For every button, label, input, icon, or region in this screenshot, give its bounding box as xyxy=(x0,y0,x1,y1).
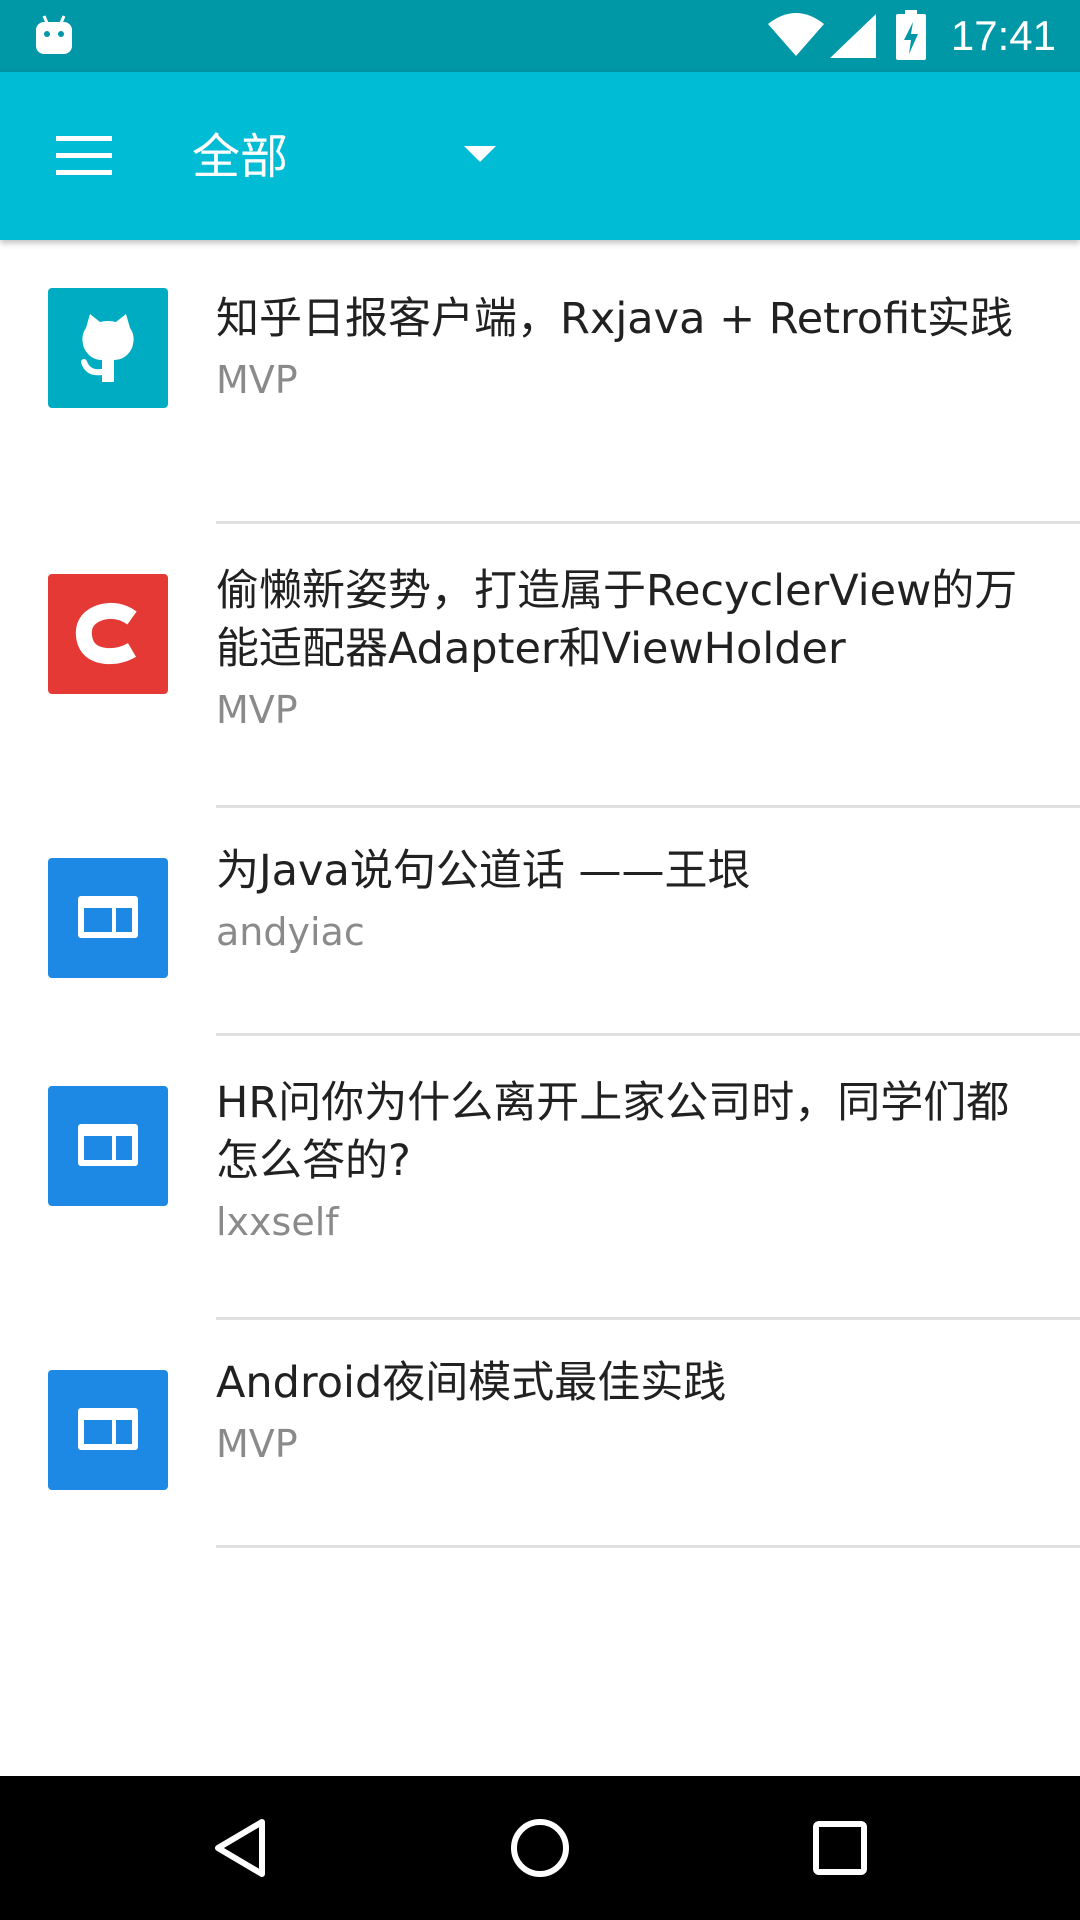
web-icon xyxy=(48,1086,168,1206)
signal-icon xyxy=(830,14,876,58)
divider xyxy=(216,1545,1080,1548)
category-label: 全部 xyxy=(192,129,289,185)
menu-icon[interactable] xyxy=(56,136,112,176)
navigation-bar xyxy=(0,1776,1080,1920)
item-title: 偷懒新姿势，打造属于RecyclerView的万能适配器Adapter和View… xyxy=(216,566,1018,674)
web-icon xyxy=(48,1370,168,1490)
list-item[interactable]: 为Java说句公道话 ——王垠 andyiac xyxy=(0,808,1080,1036)
item-author: MVP xyxy=(216,1422,298,1466)
wifi-icon xyxy=(768,13,824,56)
item-title: 为Java说句公道话 ——王垠 xyxy=(216,846,751,896)
list-item[interactable]: HR问你为什么离开上家公司时，同学们都怎么答的? lxxself xyxy=(0,1036,1080,1320)
article-list: 知乎日报客户端，Rxjava + Retrofit实践 MVP 偷懒新姿势，打造… xyxy=(0,240,1080,1548)
csdn-icon xyxy=(48,574,168,694)
battery-charging-icon xyxy=(896,10,926,60)
status-time: 17:41 xyxy=(950,12,1056,59)
android-icon xyxy=(36,15,72,54)
list-item[interactable]: 知乎日报客户端，Rxjava + Retrofit实践 MVP xyxy=(0,240,1080,524)
web-icon xyxy=(48,858,168,978)
category-spinner[interactable]: 全部 xyxy=(184,112,514,202)
github-icon xyxy=(48,288,168,408)
item-author: lxxself xyxy=(216,1200,339,1244)
item-title: Android夜间模式最佳实践 xyxy=(216,1358,727,1408)
list-item[interactable]: Android夜间模式最佳实践 MVP xyxy=(0,1320,1080,1548)
arrow-drop-down-icon xyxy=(464,146,496,162)
item-author: MVP xyxy=(216,358,298,402)
status-bar: 17:41 xyxy=(0,0,1080,72)
item-author: andyiac xyxy=(216,910,365,954)
recents-icon[interactable] xyxy=(800,1808,880,1888)
back-icon[interactable] xyxy=(200,1808,280,1888)
item-title: HR问你为什么离开上家公司时，同学们都怎么答的? xyxy=(216,1078,1010,1186)
item-title: 知乎日报客户端，Rxjava + Retrofit实践 xyxy=(216,294,1014,344)
app-bar: 全部 xyxy=(0,72,1080,240)
item-author: MVP xyxy=(216,688,298,732)
home-icon[interactable] xyxy=(500,1808,580,1888)
list-item[interactable]: 偷懒新姿势，打造属于RecyclerView的万能适配器Adapter和View… xyxy=(0,524,1080,808)
